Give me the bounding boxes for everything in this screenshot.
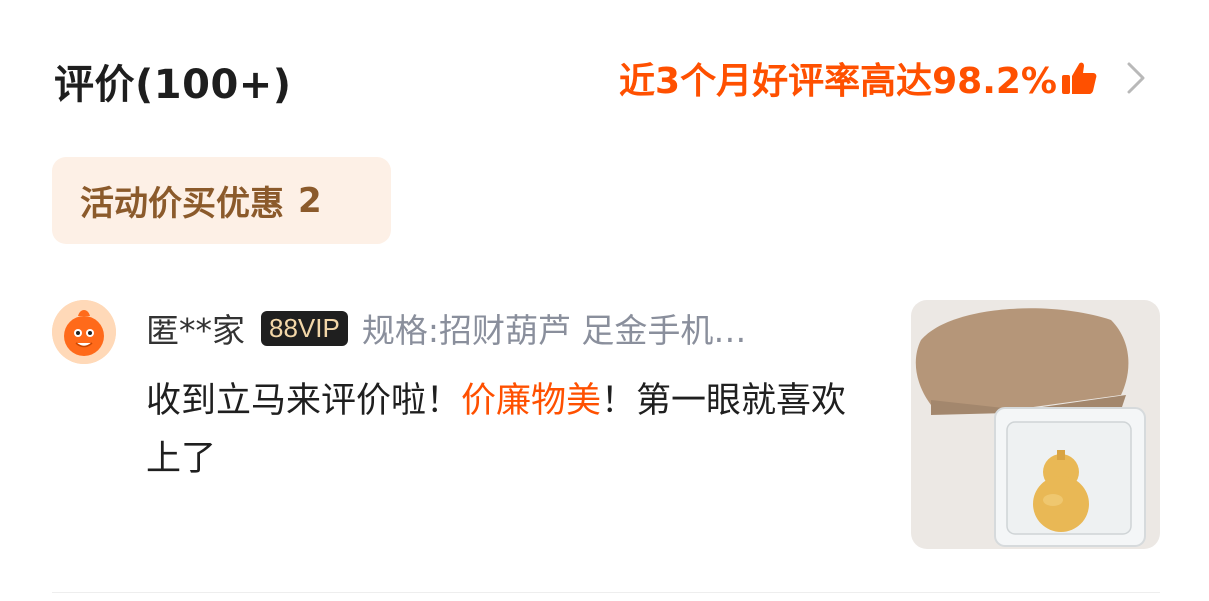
- tag-label: 活动价买优惠: [80, 184, 284, 224]
- chevron-right-icon: [1127, 62, 1145, 94]
- positive-rate-text: 近3个月好评率高达98.2%: [619, 61, 1057, 102]
- avatar-mascot-icon: [52, 300, 116, 364]
- review-text-highlight: 价廉物美: [461, 381, 602, 421]
- product-spec: 规格:招财葫芦 足金手机…: [361, 311, 747, 350]
- tag-count: 2: [298, 180, 322, 221]
- review-photo[interactable]: [911, 300, 1160, 549]
- divider: [52, 592, 1160, 593]
- reviewer-name: 匿**家: [146, 311, 245, 350]
- review-text: 收到立马来评价啦！价廉物美！第一眼就喜欢上了: [146, 372, 866, 488]
- thumbs-up-icon: [1062, 62, 1097, 94]
- activity-price-tag[interactable]: 活动价买优惠 2: [52, 157, 391, 244]
- section-title: 评价(100+): [54, 62, 292, 108]
- review-section-header: 评价(100+) 近3个月好评率高达98.2%: [0, 0, 1209, 150]
- positive-rate-link[interactable]: 近3个月好评率高达98.2%: [619, 52, 1147, 104]
- vip-badge: 88VIP: [261, 310, 348, 346]
- review-photo-image: [911, 300, 1160, 549]
- avatar[interactable]: [52, 300, 116, 364]
- review-meta: 匿**家 88VIP 规格:招财葫芦 足金手机…: [146, 304, 746, 352]
- review-text-start: 收到立马来评价啦！: [146, 381, 462, 421]
